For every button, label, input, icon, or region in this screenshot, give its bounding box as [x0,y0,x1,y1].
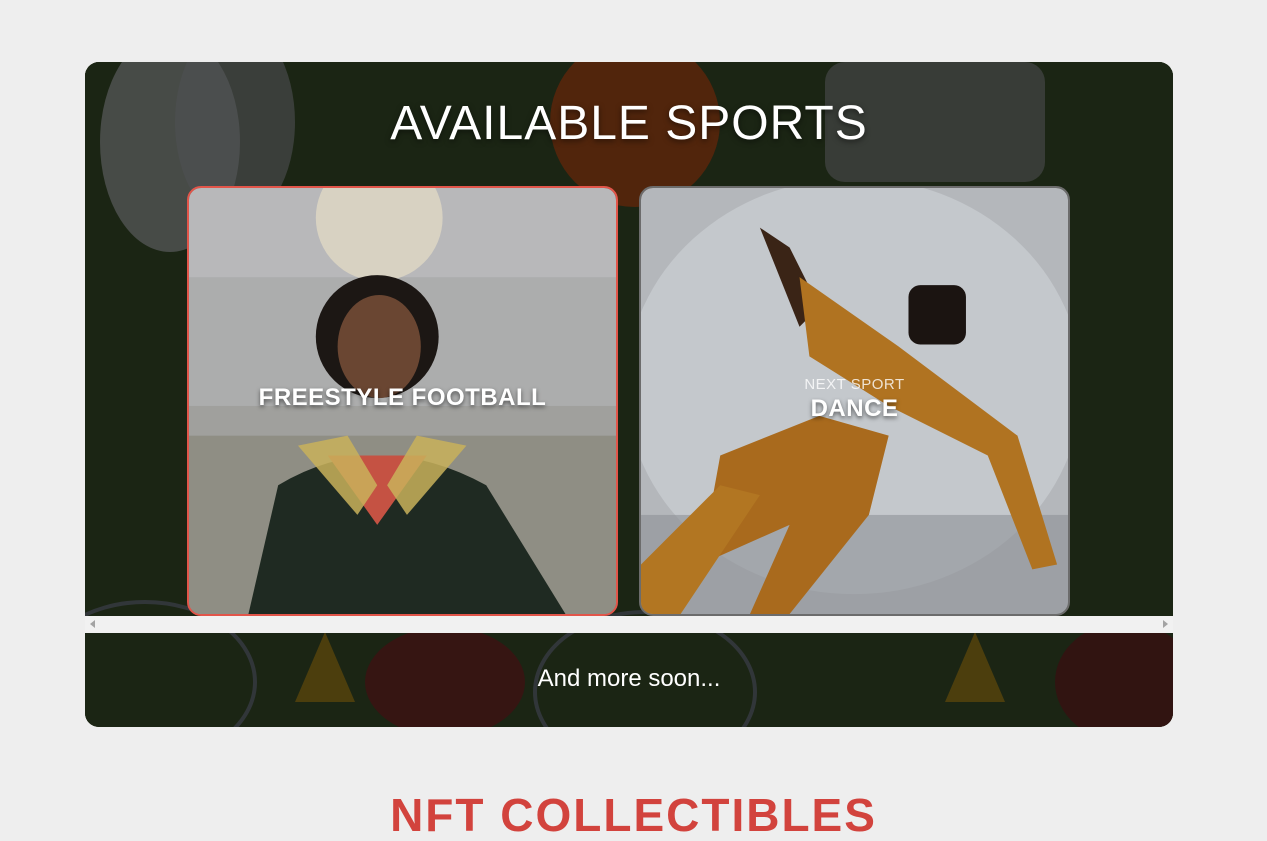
available-sports-section: AVAILABLE SPORTS FREESTYLE FOOTBALL NEXT… [85,62,1173,727]
scroll-right-arrow-icon[interactable] [1163,620,1168,628]
sport-card-freestyle-football[interactable]: FREESTYLE FOOTBALL [187,186,618,616]
sport-card-title: DANCE [810,395,899,422]
section-title: AVAILABLE SPORTS [390,97,868,150]
carousel-horizontal-scrollbar[interactable] [85,616,1173,633]
sport-card-kicker: NEXT SPORT [804,376,905,393]
card-caption: NEXT SPORT DANCE [641,376,1068,423]
card-caption: FREESTYLE FOOTBALL [189,384,616,412]
scroll-left-arrow-icon[interactable] [90,620,95,628]
next-section-heading: NFT COLLECTIBLES [390,789,877,841]
more-soon-text: And more soon... [537,665,721,692]
sport-card-dance[interactable]: NEXT SPORT DANCE [639,186,1070,616]
sport-card-title: FREESTYLE FOOTBALL [258,384,547,411]
sports-carousel[interactable]: FREESTYLE FOOTBALL NEXT SPORT DANCE [85,186,1173,616]
